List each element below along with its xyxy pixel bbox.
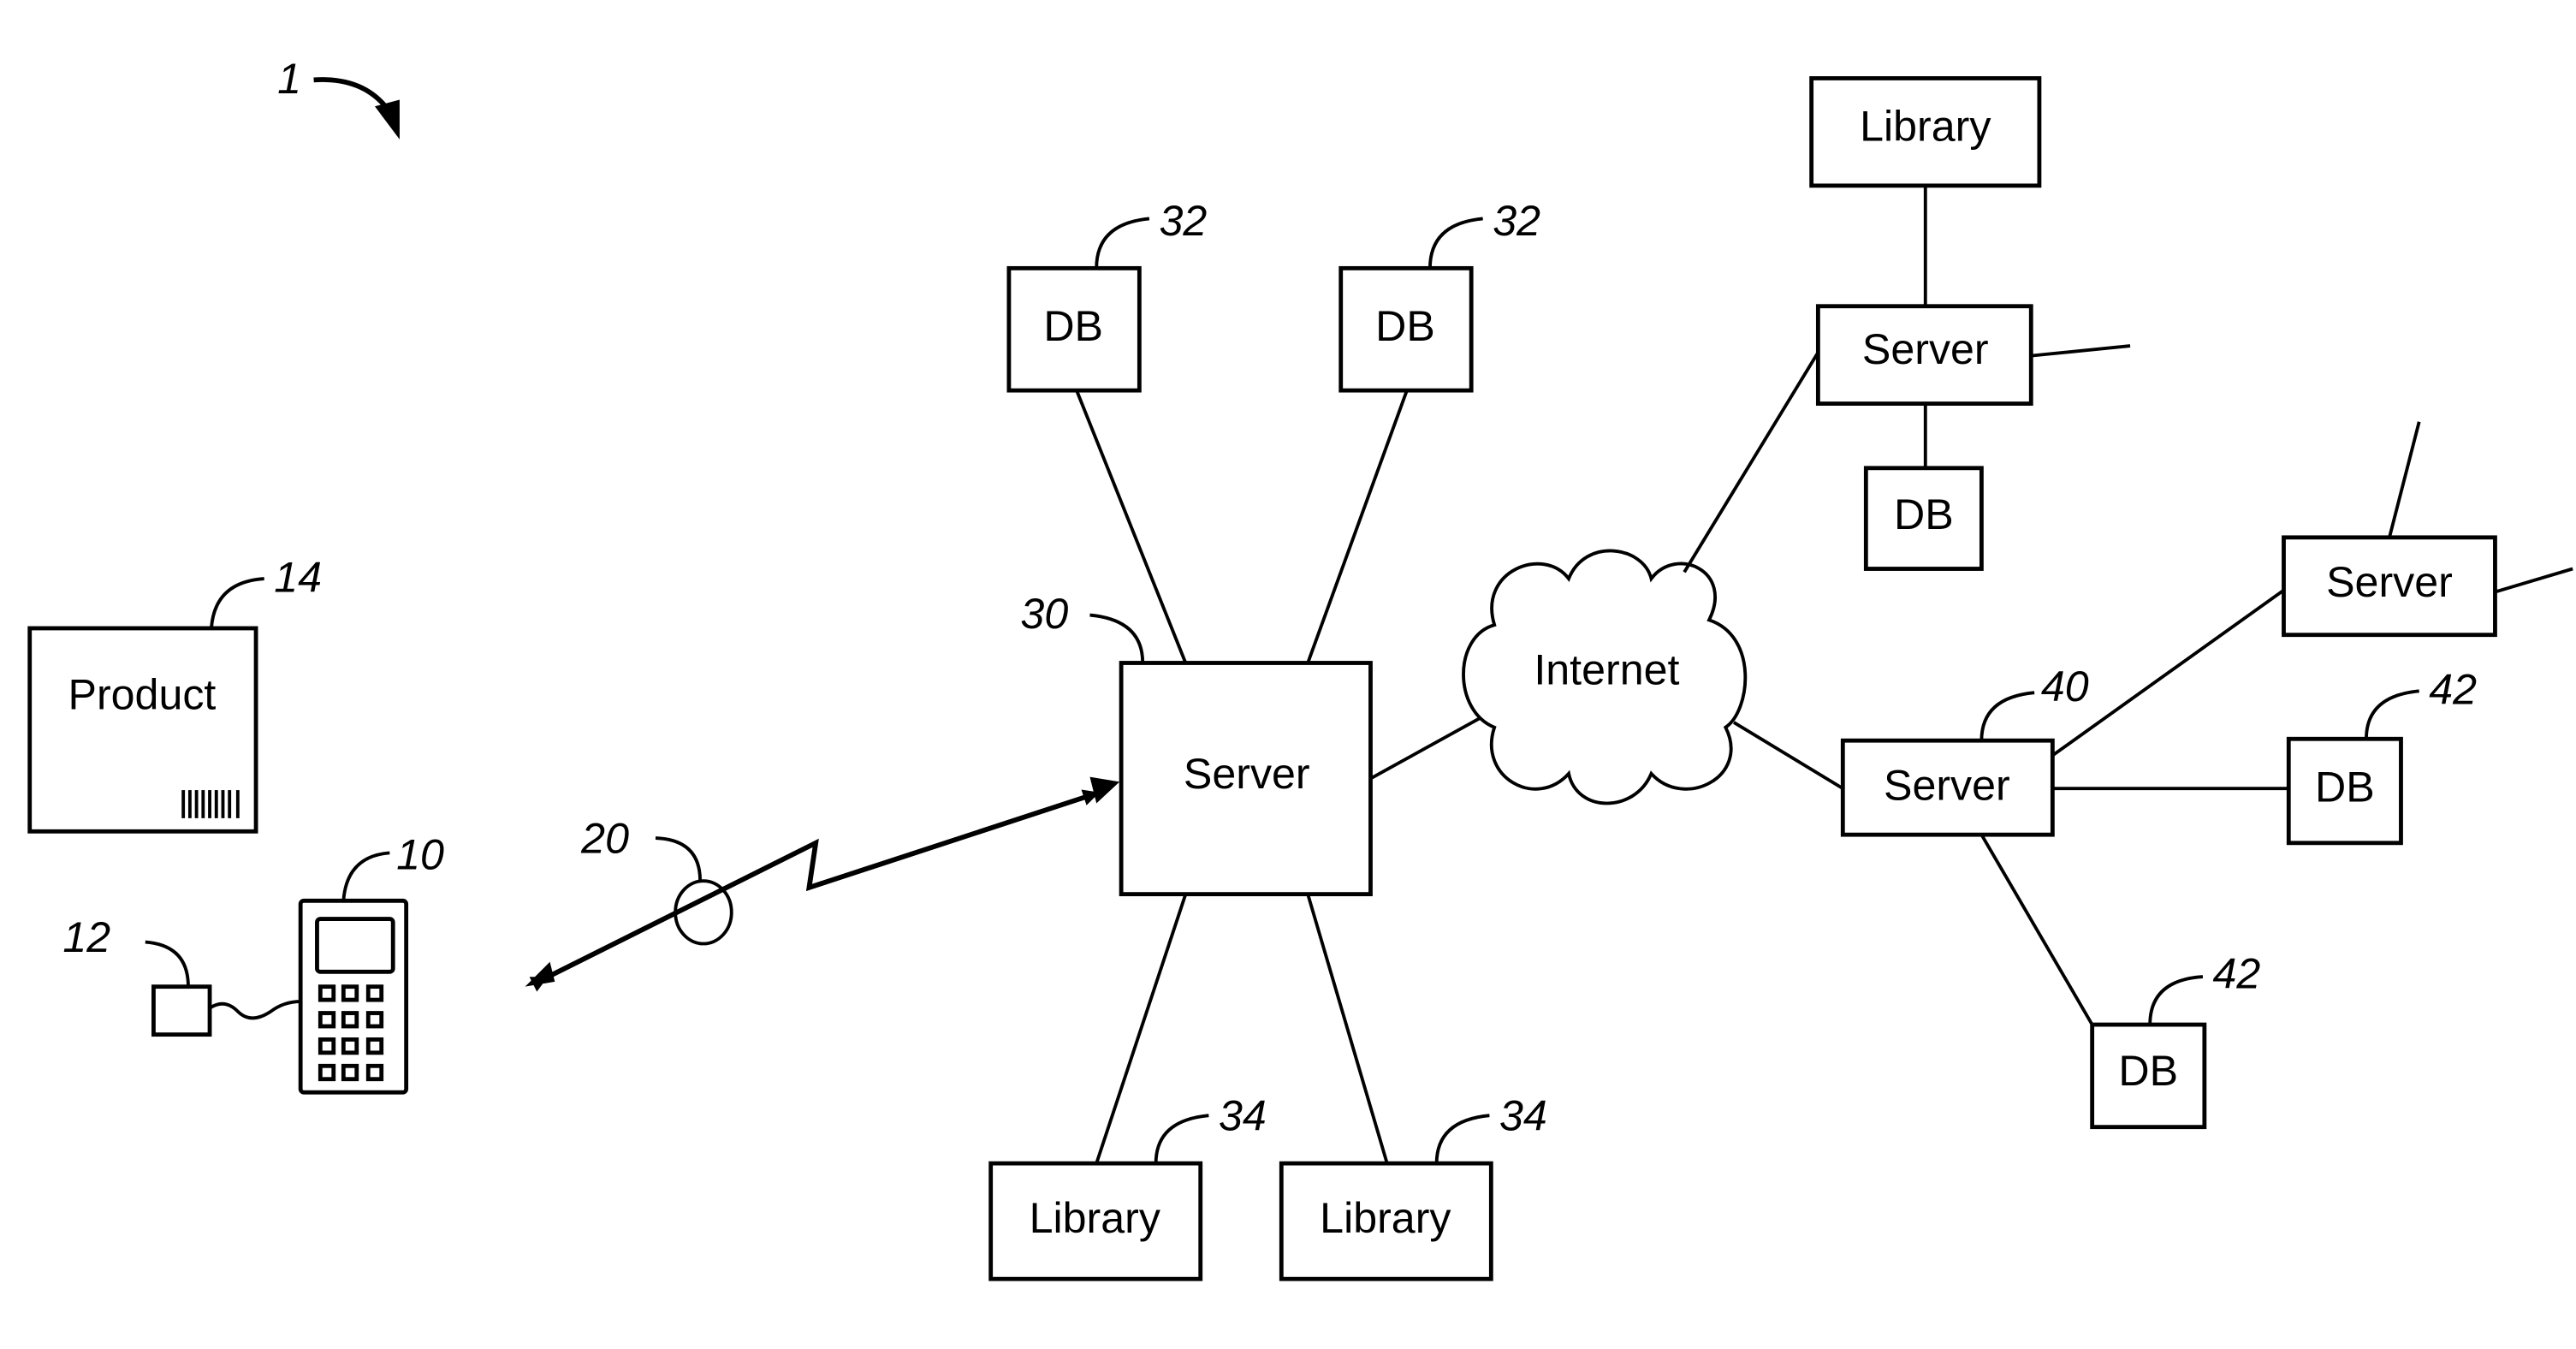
product-leader-line: [210, 577, 264, 629]
device-leader-line: [341, 851, 390, 901]
main-db-leader-line: [1428, 217, 1483, 269]
main-db-leader-line: [1095, 217, 1150, 269]
main-db-node: DB 32: [1006, 197, 1207, 393]
main-server-ref: 30: [1020, 590, 1068, 638]
main-db-ref: 32: [1159, 197, 1207, 245]
device-screen: [315, 917, 395, 974]
network-diagram: 1 Product 14 10 12 20 Server 30 DB 32 DB…: [27, 55, 2573, 1281]
figure-ref-arrowhead-icon: [374, 99, 400, 140]
wireless-ref: 20: [580, 814, 629, 862]
internet-node: Internet: [1462, 549, 1748, 805]
remote-server-label: Server: [1862, 325, 1989, 373]
device-ref: 10: [396, 831, 444, 879]
server-40-label: Server: [1884, 761, 2010, 809]
main-db-ref: 32: [1493, 197, 1540, 245]
link-circle: [674, 879, 733, 946]
figure-ref-arrow-icon: [313, 77, 390, 111]
main-server-leader-line: [1089, 613, 1145, 663]
db-42-label: DB: [2118, 1047, 2178, 1095]
main-library-ref: 34: [1499, 1092, 1547, 1140]
server-40-ref: 40: [2041, 663, 2089, 710]
product-label: Product: [68, 670, 217, 718]
scanner-node: 12: [62, 913, 301, 1037]
wireless-link: 20: [525, 776, 1120, 992]
product-ref: 14: [274, 554, 322, 602]
db-42-ref: 42: [2429, 666, 2477, 714]
internet-label: Internet: [1534, 645, 1679, 693]
main-library-label: Library: [1320, 1194, 1451, 1242]
main-library-label: Library: [1030, 1194, 1160, 1242]
arrow-right-icon: [1089, 776, 1120, 804]
db-42-label: DB: [2315, 763, 2375, 811]
scanner-cable: [208, 1000, 301, 1020]
main-db-label: DB: [1043, 302, 1103, 350]
figure-reference: 1: [277, 55, 400, 140]
main-db-node: DB 32: [1338, 197, 1540, 393]
product-node: Product 14: [27, 554, 322, 834]
db-42-leader-line: [2148, 975, 2204, 1025]
remote-server-right-label: Server: [2326, 558, 2453, 606]
arrow-left-icon: [525, 961, 555, 987]
main-library-leader-line: [1154, 1114, 1209, 1164]
main-library-leader-line: [1434, 1114, 1490, 1164]
scanner-ref: 12: [62, 913, 110, 961]
scanner-box: [151, 984, 212, 1037]
internet-connections: [1683, 351, 1844, 790]
barcode-icon: [181, 790, 240, 818]
db-42-ref: 42: [2213, 950, 2261, 998]
main-db-label: DB: [1375, 302, 1435, 350]
figure-ref-number: 1: [277, 55, 301, 103]
main-library-ref: 34: [1219, 1092, 1267, 1140]
server-40-leader-line: [1979, 691, 2035, 741]
handheld-device: 10: [298, 831, 444, 1095]
remote-top-cluster: Library Server DB: [1809, 76, 2131, 571]
wireless-leader-line: [655, 836, 703, 882]
remote-library-label: Library: [1860, 103, 1991, 151]
db-42-leader-line: [2365, 689, 2419, 740]
remote-db-label: DB: [1894, 490, 1954, 538]
main-server-label: Server: [1184, 750, 1310, 798]
main-library-node: Library 34: [1279, 1092, 1547, 1281]
main-library-node: Library 34: [988, 1092, 1267, 1281]
scanner-leader-line: [145, 940, 190, 987]
